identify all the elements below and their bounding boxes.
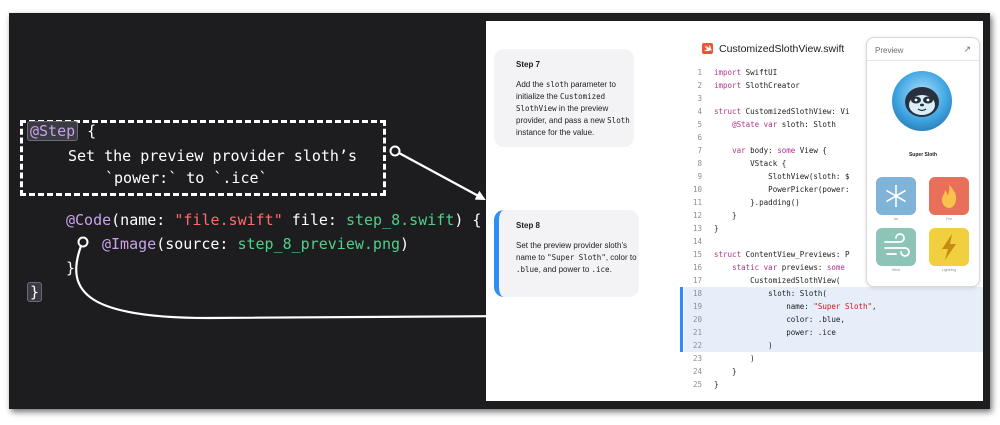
connector-arrows — [75, 145, 671, 321]
image-arrow — [75, 245, 671, 321]
step-arrow — [398, 152, 486, 200]
arrow-start-dot — [389, 145, 401, 157]
arrow-start-dot — [77, 236, 89, 248]
presentation-frame: @Step { Set the preview provider sloth’s… — [9, 13, 990, 409]
